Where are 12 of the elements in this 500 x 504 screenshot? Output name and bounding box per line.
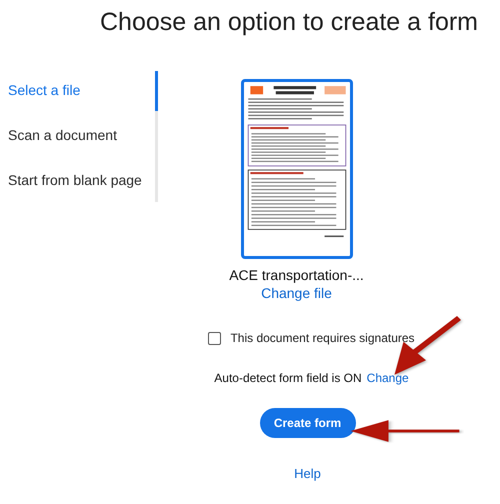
auto-detect-status: Auto-detect form field is ON: [214, 371, 362, 385]
sidebar-item[interactable]: Scan a document: [0, 127, 155, 172]
checkbox[interactable]: [208, 332, 222, 344]
page-title: Choose an option to create a form: [99, 7, 480, 37]
sidebar-item[interactable]: Start from blank page: [0, 172, 155, 217]
sidebar-item[interactable]: Select a file: [0, 82, 155, 127]
change-file-link[interactable]: Change file: [261, 285, 332, 301]
file-name: ACE transportation-...: [229, 267, 364, 283]
change-link[interactable]: Change: [366, 371, 409, 385]
help-link[interactable]: Help: [294, 466, 321, 481]
create-form-button[interactable]: Create form: [260, 408, 356, 438]
checkbox-label: This document requires signatures: [230, 331, 415, 345]
